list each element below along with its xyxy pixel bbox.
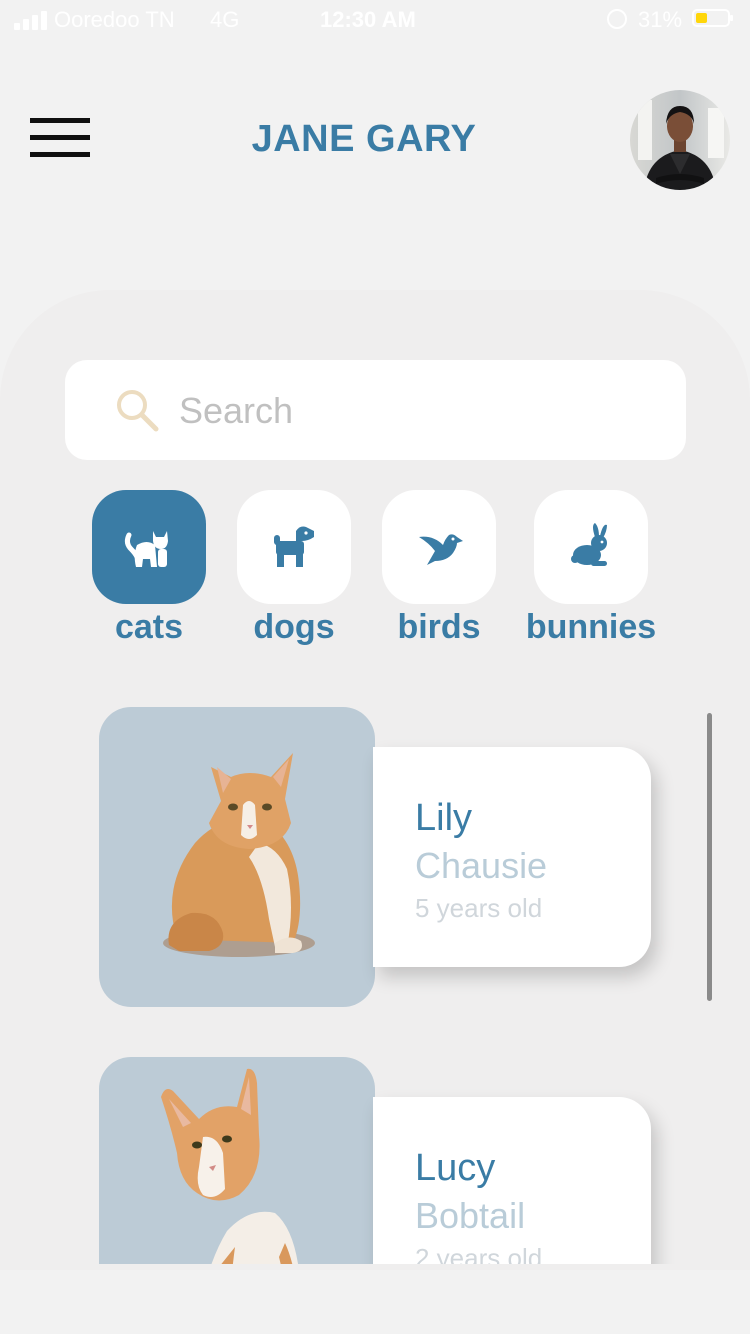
list-scrollbar[interactable]: [707, 713, 712, 1001]
signal-strength-icon: [14, 10, 47, 30]
category-label: birds: [397, 608, 481, 646]
category-label: cats: [114, 608, 184, 646]
category-label: bunnies: [525, 608, 657, 646]
pet-info: Lily Chausie 5 years old: [373, 747, 651, 967]
cat-icon: [124, 531, 168, 567]
pet-name: Lily: [415, 797, 473, 839]
status-time: 12:30 AM: [320, 7, 416, 32]
app-screen: Ooredoo TN 4G 12:30 AM 31% JANE GARY Sea…: [0, 0, 750, 1334]
category-tile[interactable]: [92, 490, 206, 604]
dog-icon: [274, 526, 314, 567]
category-birds[interactable]: birds: [364, 490, 514, 647]
pet-breed: Bobtail: [415, 1195, 526, 1236]
category-tile[interactable]: [237, 490, 351, 604]
pet-list[interactable]: Lily Chausie 5 years old Lucy Bobtail 2 …: [0, 700, 750, 1264]
network-type: 4G: [210, 7, 240, 32]
rotation-lock-icon: [607, 9, 627, 29]
bird-icon: [419, 534, 463, 565]
battery-icon: [692, 9, 733, 27]
category-tile[interactable]: [382, 490, 496, 604]
pet-card-lily[interactable]: Lily Chausie 5 years old: [99, 707, 659, 1007]
pet-age: 5 years old: [415, 893, 543, 923]
category-tile[interactable]: [534, 490, 648, 604]
bunny-icon: [571, 523, 607, 566]
category-label: dogs: [253, 608, 335, 646]
search-bar[interactable]: [65, 360, 686, 460]
page-title: JANE GARY: [251, 118, 477, 160]
pet-info: Lucy Bobtail 2 years old: [373, 1097, 651, 1264]
category-cats[interactable]: cats: [74, 490, 224, 647]
category-dogs[interactable]: dogs: [219, 490, 369, 647]
avatar[interactable]: [630, 90, 730, 190]
category-bunnies[interactable]: bunnies: [516, 490, 666, 647]
pet-name: Lucy: [415, 1147, 496, 1189]
pet-photo: [99, 1057, 375, 1264]
cat-photo-image: [161, 1068, 299, 1264]
pet-breed: Chausie: [415, 845, 548, 886]
battery-percentage: 31%: [638, 7, 683, 32]
search-icon: [117, 390, 159, 432]
pet-photo: [99, 707, 375, 1007]
status-bar: Ooredoo TN 4G 12:30 AM 31%: [0, 0, 750, 40]
search-input[interactable]: [177, 384, 661, 438]
carrier-name: Ooredoo TN: [54, 7, 175, 32]
cat-photo-image: [163, 753, 315, 957]
pet-age: 2 years old: [415, 1243, 543, 1264]
pet-card-lucy[interactable]: Lucy Bobtail 2 years old: [99, 1057, 659, 1264]
